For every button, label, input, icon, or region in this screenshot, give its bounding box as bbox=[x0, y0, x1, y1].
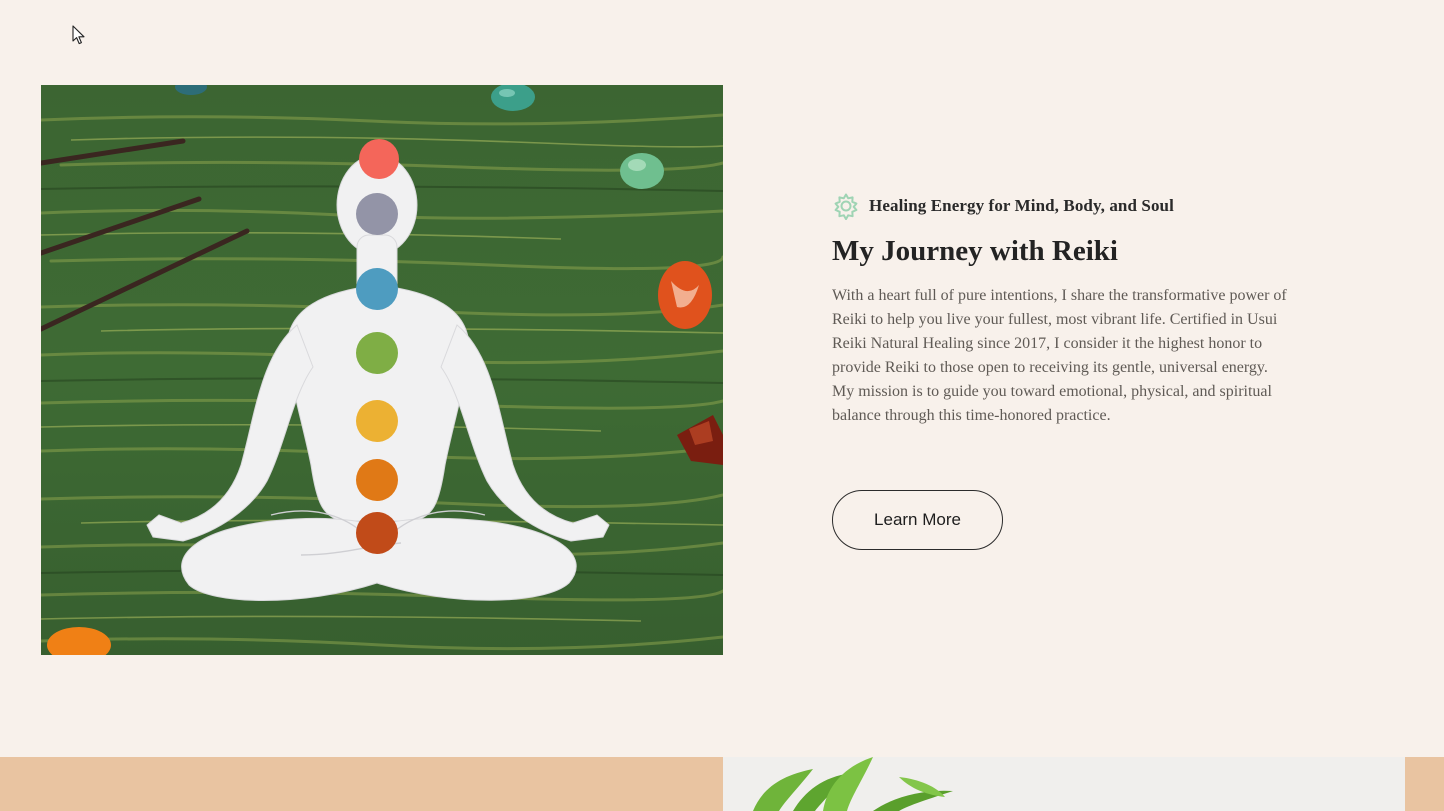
gear-flower-icon bbox=[834, 193, 858, 220]
reiki-chakra-image bbox=[41, 85, 723, 655]
about-section-text: Healing Energy for Mind, Body, and Soul … bbox=[832, 190, 1302, 550]
learn-more-button[interactable]: Learn More bbox=[832, 490, 1003, 550]
plant-photo bbox=[723, 757, 1405, 811]
mouse-cursor-icon bbox=[72, 25, 85, 45]
eyebrow: Healing Energy for Mind, Body, and Soul bbox=[832, 190, 1302, 222]
section-title: My Journey with Reiki bbox=[832, 235, 1118, 267]
eyebrow-text: Healing Energy for Mind, Body, and Soul bbox=[869, 196, 1174, 215]
section-body: With a heart full of pure intentions, I … bbox=[832, 287, 1287, 424]
page: Healing Energy for Mind, Body, and Soul … bbox=[0, 0, 1444, 811]
